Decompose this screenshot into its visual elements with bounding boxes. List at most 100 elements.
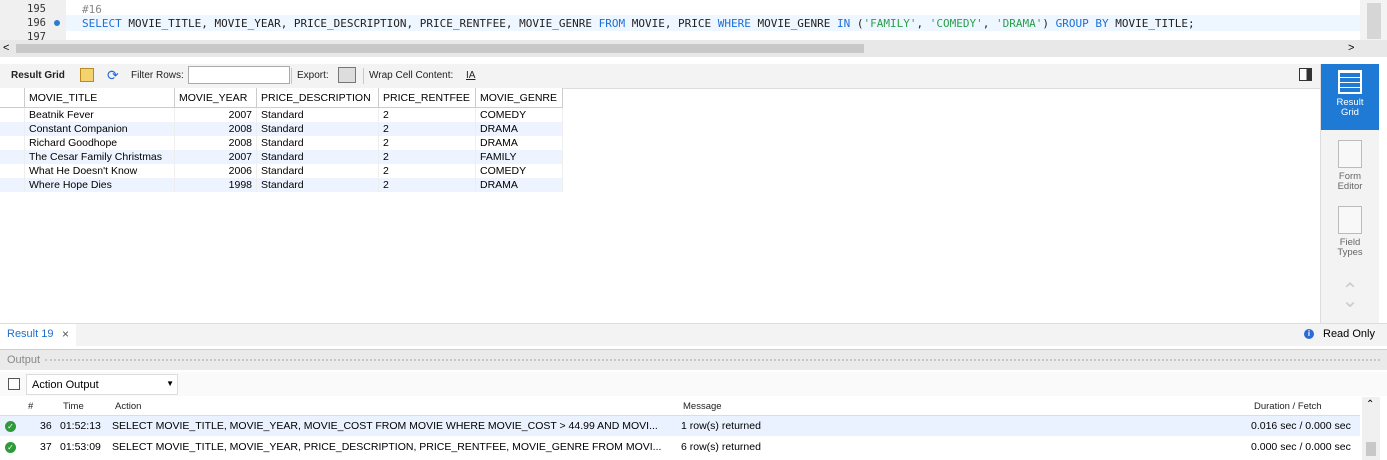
wrap-cell-icon[interactable]: IA xyxy=(466,70,475,81)
tab-result-19[interactable]: Result 19 × xyxy=(0,324,76,346)
cell[interactable]: Standard xyxy=(256,150,379,164)
success-icon: ✓ xyxy=(5,421,16,432)
sql-comma: , xyxy=(982,17,996,30)
cell[interactable]: COMEDY xyxy=(475,164,563,178)
cell[interactable]: Standard xyxy=(256,107,379,122)
field-types-view-button[interactable]: Field Types xyxy=(1321,204,1379,264)
copy-icon[interactable] xyxy=(8,378,20,390)
result-toolbar: Result Grid ⟳ Filter Rows: Export: Wrap … xyxy=(0,64,1320,89)
cell[interactable]: 2008 xyxy=(174,136,257,150)
chevron-right-icon[interactable]: > xyxy=(1348,42,1354,54)
table-row[interactable]: ✓ 36 01:52:13 SELECT MOVIE_TITLE, MOVIE_… xyxy=(0,416,1360,436)
row-time: 01:52:13 xyxy=(60,420,101,432)
sql-tables: MOVIE, PRICE xyxy=(625,17,718,30)
scroll-thumb[interactable] xyxy=(1367,3,1381,39)
filter-rows-input[interactable] xyxy=(188,66,290,84)
cell[interactable]: Richard Goodhope xyxy=(24,136,175,150)
kw-group-by: GROUP BY xyxy=(1055,17,1109,30)
cell[interactable]: 2007 xyxy=(174,107,257,122)
cell[interactable]: 2008 xyxy=(174,122,257,136)
refresh-icon[interactable]: ⟳ xyxy=(107,67,119,84)
field-types-icon xyxy=(1338,206,1362,234)
line-number: 196 xyxy=(27,17,46,29)
sql-paren: ) xyxy=(1042,17,1056,30)
col-header[interactable]: PRICE_RENTFEE xyxy=(378,88,476,108)
output-panel-header: Output xyxy=(0,349,1387,370)
table-row[interactable]: Richard Goodhope 2008 Standard 2 DRAMA xyxy=(0,136,563,150)
table-row[interactable]: Beatnik Fever 2007 Standard 2 COMEDY xyxy=(0,107,563,122)
result-grid-view-button[interactable]: Result Grid xyxy=(1321,64,1379,130)
row-action: SELECT MOVIE_TITLE, MOVIE_YEAR, MOVIE_CO… xyxy=(112,420,658,432)
result-grid-label[interactable]: Result Grid xyxy=(11,70,65,81)
side-view-panel: Result Grid Form Editor Field Types ⌃ ⌄ xyxy=(1320,64,1379,326)
line-number: 195 xyxy=(27,3,46,15)
result-grid-view-label: Result Grid xyxy=(1336,97,1364,118)
form-icon xyxy=(1338,140,1362,168)
cell[interactable]: Where Hope Dies xyxy=(24,178,175,192)
col-header[interactable]: MOVIE_YEAR xyxy=(174,88,257,108)
table-row[interactable]: Constant Companion 2008 Standard 2 DRAMA xyxy=(0,122,563,136)
cell[interactable]: 2006 xyxy=(174,164,257,178)
table-row[interactable]: Where Hope Dies 1998 Standard 2 DRAMA xyxy=(0,178,563,192)
sql-paren: ( xyxy=(850,17,864,30)
kw-in: IN xyxy=(837,17,851,30)
row-action: SELECT MOVIE_TITLE, MOVIE_YEAR, PRICE_DE… xyxy=(112,441,662,453)
grid-view-icon[interactable] xyxy=(80,68,94,82)
col-header[interactable]: MOVIE_TITLE xyxy=(24,88,175,108)
close-icon[interactable]: × xyxy=(62,327,69,341)
scroll-thumb[interactable] xyxy=(16,44,864,53)
cell[interactable]: 1998 xyxy=(174,178,257,192)
cell[interactable]: DRAMA xyxy=(475,136,563,150)
export-icon[interactable] xyxy=(338,67,356,83)
chevron-left-icon[interactable]: < xyxy=(3,42,9,54)
row-message: 1 row(s) returned xyxy=(681,420,761,432)
table-row[interactable]: The Cesar Family Christmas 2007 Standard 2 F… xyxy=(0,150,563,164)
output-vertical-scrollbar[interactable]: ⌃ xyxy=(1362,397,1380,460)
cell[interactable]: Standard xyxy=(256,178,379,192)
dropdown-arrow-icon[interactable]: ▼ xyxy=(166,379,174,388)
toolbar-separator xyxy=(363,68,364,84)
form-editor-view-button[interactable]: Form Editor xyxy=(1321,138,1379,198)
code-line-sql[interactable]: SELECT MOVIE_TITLE, MOVIE_YEAR, PRICE_DE… xyxy=(82,17,1195,30)
cell[interactable]: What He Doesn't Know xyxy=(24,164,175,178)
cell[interactable]: 2 xyxy=(378,107,476,122)
cell[interactable]: 2 xyxy=(378,136,476,150)
cell[interactable]: Constant Companion xyxy=(24,122,175,136)
sql-editor[interactable]: 195 196 197 #16 SELECT MOVIE_TITLE, MOVI… xyxy=(0,0,1387,40)
cell[interactable]: 2 xyxy=(378,164,476,178)
table-row[interactable]: ✓ 37 01:53:09 SELECT MOVIE_TITLE, MOVIE_… xyxy=(0,437,1360,457)
table-row[interactable]: What He Doesn't Know 2006 Standard 2 COMEDY xyxy=(0,164,563,178)
cell[interactable]: COMEDY xyxy=(475,107,563,122)
toggle-panel-icon[interactable] xyxy=(1299,68,1312,81)
row-time: 01:53:09 xyxy=(60,441,101,453)
cell[interactable]: Beatnik Fever xyxy=(24,107,175,122)
editor-horizontal-scrollbar[interactable]: < > xyxy=(0,40,1387,57)
chevron-up-icon[interactable]: ⌃ xyxy=(1366,399,1374,410)
scroll-thumb[interactable] xyxy=(1366,442,1376,456)
cell[interactable]: 2 xyxy=(378,150,476,164)
cell[interactable]: 2007 xyxy=(174,150,257,164)
cell[interactable]: FAMILY xyxy=(475,150,563,164)
col-header[interactable]: Time xyxy=(63,401,84,412)
sql-comma: , xyxy=(916,17,930,30)
output-type-select[interactable]: Action Output ▼ xyxy=(26,374,178,395)
sql-tail: MOVIE_TITLE; xyxy=(1108,17,1195,30)
col-header[interactable]: MOVIE_GENRE xyxy=(475,88,563,108)
col-header[interactable]: Action xyxy=(115,401,141,412)
cell[interactable]: DRAMA xyxy=(475,178,563,192)
cell[interactable]: The Cesar Family Christmas xyxy=(24,150,175,164)
filter-rows-label: Filter Rows: xyxy=(131,70,184,81)
cell[interactable]: 2 xyxy=(378,122,476,136)
col-header[interactable]: Duration / Fetch xyxy=(1254,401,1322,412)
chevron-more-icon[interactable]: ⌃ ⌄ xyxy=(1321,281,1379,311)
col-header[interactable]: # xyxy=(28,401,33,412)
cell[interactable]: DRAMA xyxy=(475,122,563,136)
col-header[interactable]: Message xyxy=(683,401,722,412)
cell[interactable]: 2 xyxy=(378,178,476,192)
grid-header-row: MOVIE_TITLE MOVIE_YEAR PRICE_DESCRIPTION… xyxy=(0,88,563,108)
cell[interactable]: Standard xyxy=(256,122,379,136)
cell[interactable]: Standard xyxy=(256,164,379,178)
field-types-label: Field Types xyxy=(1337,237,1363,258)
cell[interactable]: Standard xyxy=(256,136,379,150)
col-header[interactable]: PRICE_DESCRIPTION xyxy=(256,88,379,108)
